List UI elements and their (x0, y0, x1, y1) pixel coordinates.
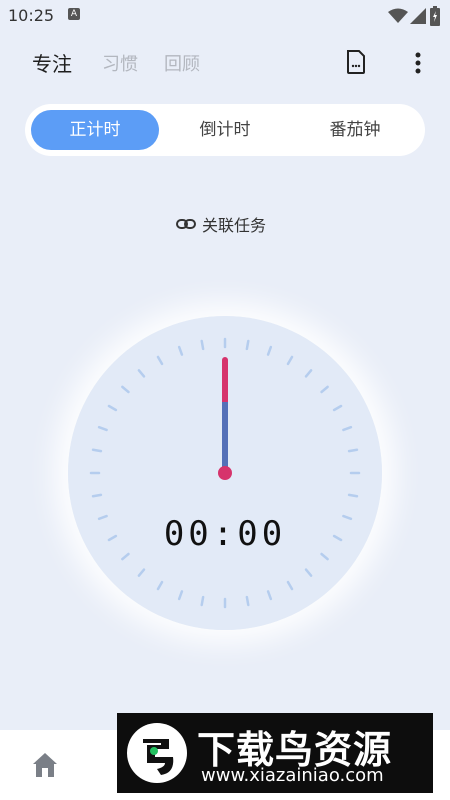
link-task-button[interactable]: 关联任务 (176, 212, 266, 236)
timer-dial (68, 316, 382, 630)
tab-focus[interactable]: 专注 (32, 48, 72, 77)
tab-review[interactable]: 回顾 (164, 50, 200, 76)
watermark-logo-icon (127, 723, 187, 783)
more-vertical-icon (415, 52, 421, 74)
document-button[interactable] (344, 48, 368, 76)
mode-countdown[interactable]: 倒计时 (161, 110, 289, 150)
home-icon (33, 753, 57, 777)
home-button[interactable] (30, 750, 60, 780)
wifi-icon (388, 8, 408, 23)
tab-habits[interactable]: 习惯 (102, 50, 138, 76)
document-icon (347, 50, 365, 74)
signal-icon (410, 8, 426, 24)
status-time: 10:25 (8, 6, 55, 25)
timer-dial-glow (68, 316, 382, 630)
link-icon (176, 219, 196, 229)
timer-display: 00:00 (163, 514, 287, 554)
timer-hand (218, 357, 232, 480)
status-icons (382, 6, 442, 26)
link-task-label: 关联任务 (202, 216, 267, 235)
top-bar: 专注 习惯 回顾 (0, 40, 450, 84)
mode-count-up[interactable]: 正计时 (31, 110, 159, 150)
watermark-banner: 下载鸟资源 www.xiazainiao.com (117, 713, 433, 793)
notification-icon: A (68, 8, 80, 20)
mode-pomodoro[interactable]: 番茄钟 (291, 110, 419, 150)
watermark-url: www.xiazainiao.com (201, 765, 384, 786)
status-bar: 10:25 A (0, 0, 450, 32)
battery-icon (430, 6, 440, 26)
timer-mode-selector: 正计时 倒计时 番茄钟 (25, 104, 425, 156)
more-options-button[interactable] (408, 48, 428, 78)
hand-pivot (218, 466, 232, 480)
